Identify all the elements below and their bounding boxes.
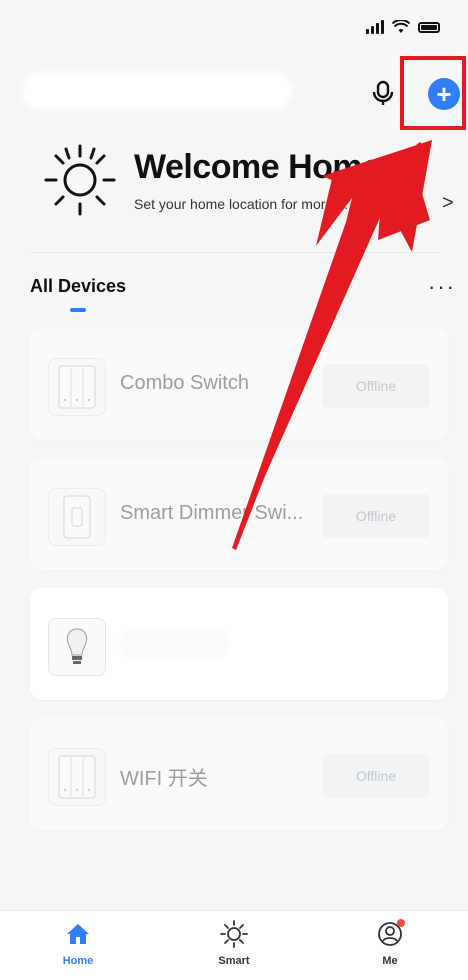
notification-dot xyxy=(397,919,405,927)
status-badge: Offline xyxy=(322,494,430,538)
nav-me-label: Me xyxy=(382,955,398,967)
bottom-nav: Home Smart Me xyxy=(0,910,468,980)
active-tab-indicator xyxy=(70,308,86,312)
device-name: Smart Dimmer Swi... xyxy=(120,502,304,524)
chevron-right-icon[interactable]: > xyxy=(442,192,454,215)
nav-smart-label: Smart xyxy=(218,955,250,967)
triple-switch-icon xyxy=(48,358,106,416)
divider xyxy=(30,252,438,253)
battery-icon xyxy=(418,21,440,33)
tab-all-devices[interactable]: All Devices xyxy=(30,276,126,297)
status-badge: Offline xyxy=(322,754,430,798)
user-icon xyxy=(375,919,405,949)
device-card[interactable]: WIFI 开关 Offline xyxy=(30,718,448,830)
nav-home[interactable]: Home xyxy=(38,919,118,967)
device-card[interactable]: Smart Dimmer Swi... Offline xyxy=(30,458,448,570)
welcome-subtitle[interactable]: Set your home location for more i... xyxy=(134,196,444,212)
status-badge: Offline xyxy=(322,364,430,408)
device-name-redacted xyxy=(120,630,230,658)
nav-smart[interactable]: Smart xyxy=(194,919,274,967)
device-name: Combo Switch xyxy=(120,372,249,394)
device-name: WIFI 开关 xyxy=(120,768,208,790)
dimmer-switch-icon xyxy=(48,488,106,546)
wifi-icon xyxy=(392,20,410,33)
triple-switch-icon xyxy=(48,748,106,806)
status-bar xyxy=(366,20,440,34)
annotation-highlight-box xyxy=(400,56,466,130)
nav-home-label: Home xyxy=(62,955,94,967)
microphone-icon xyxy=(372,80,394,105)
welcome-title: Welcome Home xyxy=(134,148,381,186)
microphone-button[interactable] xyxy=(368,78,398,108)
light-bulb-icon xyxy=(48,618,106,676)
sun-icon xyxy=(44,144,116,216)
sun-icon xyxy=(219,919,249,949)
home-name-redacted[interactable] xyxy=(22,72,292,110)
device-card[interactable]: Combo Switch Offline xyxy=(30,328,448,440)
device-card[interactable] xyxy=(30,588,448,700)
nav-me[interactable]: Me xyxy=(350,919,430,967)
cellular-signal-icon xyxy=(366,20,384,34)
more-options-icon[interactable]: ··· xyxy=(428,274,456,300)
home-icon xyxy=(63,919,93,949)
